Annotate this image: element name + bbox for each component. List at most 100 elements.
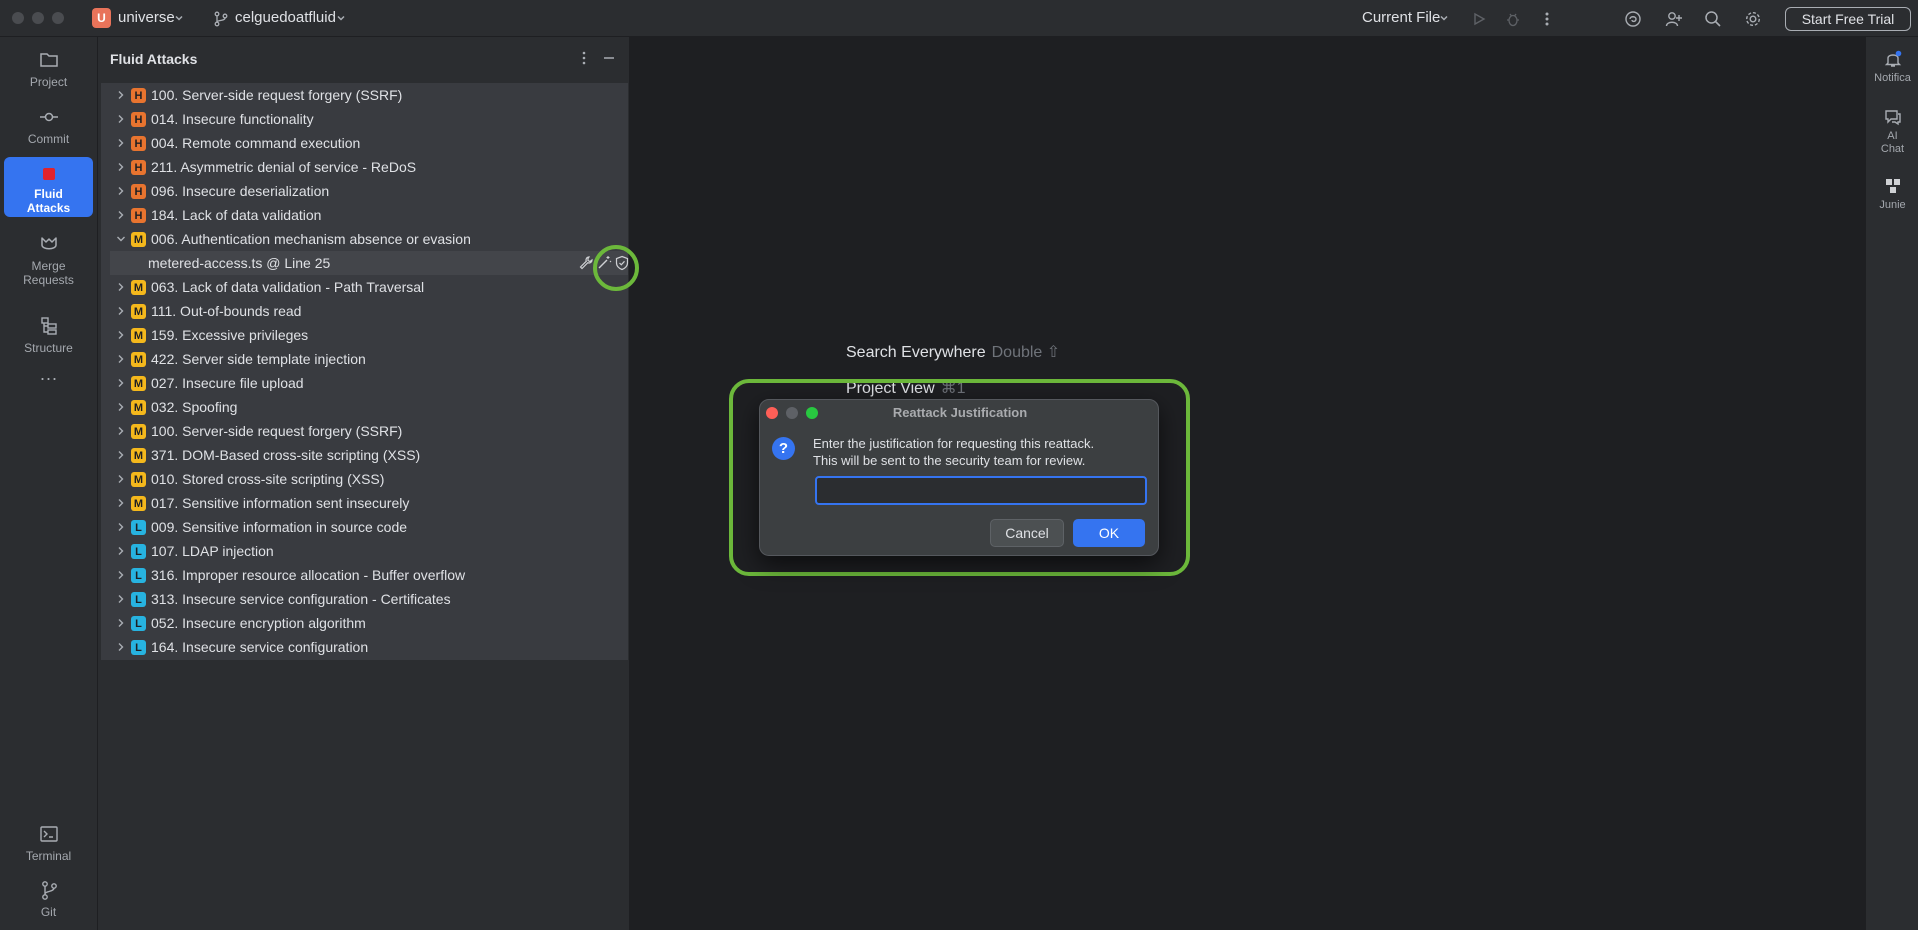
finding-location-label: metered-access.ts @ Line 25	[148, 255, 331, 271]
finding-row[interactable]: H 184. Lack of data validation	[101, 203, 628, 227]
finding-row[interactable]: M 010. Stored cross-site scripting (XSS)	[101, 467, 628, 491]
add-user-icon[interactable]	[1663, 8, 1685, 30]
justification-input[interactable]	[815, 476, 1147, 505]
finding-row[interactable]: L 107. LDAP injection	[101, 539, 628, 563]
chevron-right-icon[interactable]	[115, 641, 127, 653]
project-name[interactable]: universe	[118, 9, 175, 26]
chevron-down-icon[interactable]	[1437, 9, 1451, 27]
chevron-right-icon[interactable]	[115, 569, 127, 581]
chevron-right-icon[interactable]	[115, 593, 127, 605]
tool-junie[interactable]: Junie	[1866, 176, 1918, 212]
start-free-trial-button[interactable]: Start Free Trial	[1785, 7, 1911, 31]
chevron-right-icon[interactable]	[115, 137, 127, 149]
more-tools-button[interactable]: ···	[4, 369, 93, 387]
finding-label: 316. Improper resource allocation - Buff…	[151, 567, 466, 583]
wrench-icon[interactable]	[578, 255, 594, 271]
chevron-right-icon[interactable]	[115, 281, 127, 293]
chevron-down-icon[interactable]	[172, 9, 186, 27]
finding-row[interactable]: H 004. Remote command execution	[101, 131, 628, 155]
finding-row[interactable]: M 159. Excessive privileges	[101, 323, 628, 347]
branch-icon[interactable]	[210, 8, 232, 30]
run-config-selector[interactable]: Current File	[1362, 9, 1440, 26]
chevron-right-icon[interactable]	[115, 329, 127, 341]
tool-commit[interactable]: Commit	[4, 106, 93, 146]
run-icon[interactable]	[1468, 8, 1490, 30]
chevron-right-icon[interactable]	[115, 473, 127, 485]
finding-row[interactable]: L 052. Insecure encryption algorithm	[101, 611, 628, 635]
finding-row[interactable]: M 017. Sensitive information sent insecur…	[101, 491, 628, 515]
debug-icon[interactable]	[1502, 8, 1524, 30]
finding-row[interactable]: M 100. Server-side request forgery (SSRF)	[101, 419, 628, 443]
finding-row[interactable]: H 100. Server-side request forgery (SSRF)	[101, 83, 628, 107]
finding-row[interactable]: M 422. Server side template injection	[101, 347, 628, 371]
chevron-right-icon[interactable]	[115, 353, 127, 365]
tool-git[interactable]: Git	[4, 879, 93, 919]
finding-label: 313. Insecure service configuration - Ce…	[151, 591, 451, 607]
finding-row[interactable]: H 096. Insecure deserialization	[101, 179, 628, 203]
severity-badge: H	[131, 88, 146, 103]
tool-ai-chat[interactable]: AI Chat	[1866, 107, 1918, 156]
junie-icon	[1883, 176, 1903, 196]
more-vertical-icon[interactable]	[575, 49, 593, 67]
tool-structure[interactable]: Structure	[4, 315, 93, 355]
finding-row[interactable]: H 014. Insecure functionality	[101, 107, 628, 131]
minimize-icon[interactable]	[600, 49, 618, 67]
chevron-right-icon[interactable]	[115, 305, 127, 317]
cancel-button[interactable]: Cancel	[990, 519, 1064, 547]
finding-row[interactable]: M 063. Lack of data validation - Path Tra…	[101, 275, 628, 299]
chevron-right-icon[interactable]	[115, 425, 127, 437]
search-icon[interactable]	[1702, 8, 1724, 30]
severity-badge: H	[131, 136, 146, 151]
finding-row[interactable]: L 313. Insecure service configuration - C…	[101, 587, 628, 611]
chevron-right-icon[interactable]	[115, 209, 127, 221]
finding-row[interactable]: L 164. Insecure service configuration	[101, 635, 628, 659]
finding-label: 014. Insecure functionality	[151, 111, 314, 127]
severity-badge: L	[131, 520, 146, 535]
window-close-button[interactable]	[12, 12, 24, 24]
chevron-right-icon[interactable]	[115, 161, 127, 173]
fluid-attacks-icon	[38, 163, 60, 185]
chevron-right-icon[interactable]	[115, 89, 127, 101]
window-minimize-button[interactable]	[32, 12, 44, 24]
chevron-right-icon[interactable]	[115, 617, 127, 629]
branch-name[interactable]: celguedoatfluid	[235, 9, 336, 26]
finding-label: 211. Asymmetric denial of service - ReDo…	[151, 159, 417, 175]
chevron-right-icon[interactable]	[115, 113, 127, 125]
hint-search-everywhere: Search Everywhere Double ⇧	[846, 342, 1060, 362]
severity-badge: M	[131, 280, 146, 295]
finding-row[interactable]: M 006. Authentication mechanism absence o…	[101, 227, 628, 251]
window-zoom-button[interactable]	[52, 12, 64, 24]
chevron-right-icon[interactable]	[115, 185, 127, 197]
finding-row[interactable]: M 111. Out-of-bounds read	[101, 299, 628, 323]
tool-project[interactable]: Project	[4, 49, 93, 89]
fluid-attacks-panel: Fluid Attacks H 100. Server-side request …	[98, 37, 630, 930]
finding-row[interactable]: H 211. Asymmetric denial of service - ReD…	[101, 155, 628, 179]
finding-row[interactable]: L 009. Sensitive information in source co…	[101, 515, 628, 539]
chevron-down-icon[interactable]	[334, 9, 348, 27]
tool-fluid-attacks[interactable]: Fluid Attacks	[4, 157, 93, 217]
ai-assistant-icon[interactable]	[1622, 8, 1644, 30]
tool-terminal-label: Terminal	[25, 849, 72, 863]
gear-icon[interactable]	[1742, 8, 1764, 30]
tool-terminal[interactable]: Terminal	[4, 823, 93, 863]
tool-notifications[interactable]: Notifica	[1866, 49, 1918, 85]
more-vertical-icon[interactable]	[1536, 8, 1558, 30]
chevron-right-icon[interactable]	[115, 521, 127, 533]
finding-row[interactable]: L 316. Improper resource allocation - Buf…	[101, 563, 628, 587]
chevron-right-icon[interactable]	[115, 545, 127, 557]
chevron-right-icon[interactable]	[115, 497, 127, 509]
finding-row[interactable]: M 027. Insecure file upload	[101, 371, 628, 395]
tool-merge-requests[interactable]: Merge Requests	[4, 233, 93, 287]
ok-button[interactable]: OK	[1073, 519, 1145, 547]
finding-location-row[interactable]: metered-access.ts @ Line 25	[110, 251, 629, 275]
chevron-right-icon[interactable]	[115, 377, 127, 389]
chevron-down-icon[interactable]	[115, 233, 127, 245]
severity-badge: H	[131, 184, 146, 199]
project-badge[interactable]: U	[92, 8, 111, 28]
finding-row[interactable]: M 371. DOM-Based cross-site scripting (XS…	[101, 443, 628, 467]
chevron-right-icon[interactable]	[115, 449, 127, 461]
chevron-right-icon[interactable]	[115, 401, 127, 413]
severity-badge: M	[131, 448, 146, 463]
finding-row[interactable]: M 032. Spoofing	[101, 395, 628, 419]
commit-icon	[38, 106, 60, 128]
